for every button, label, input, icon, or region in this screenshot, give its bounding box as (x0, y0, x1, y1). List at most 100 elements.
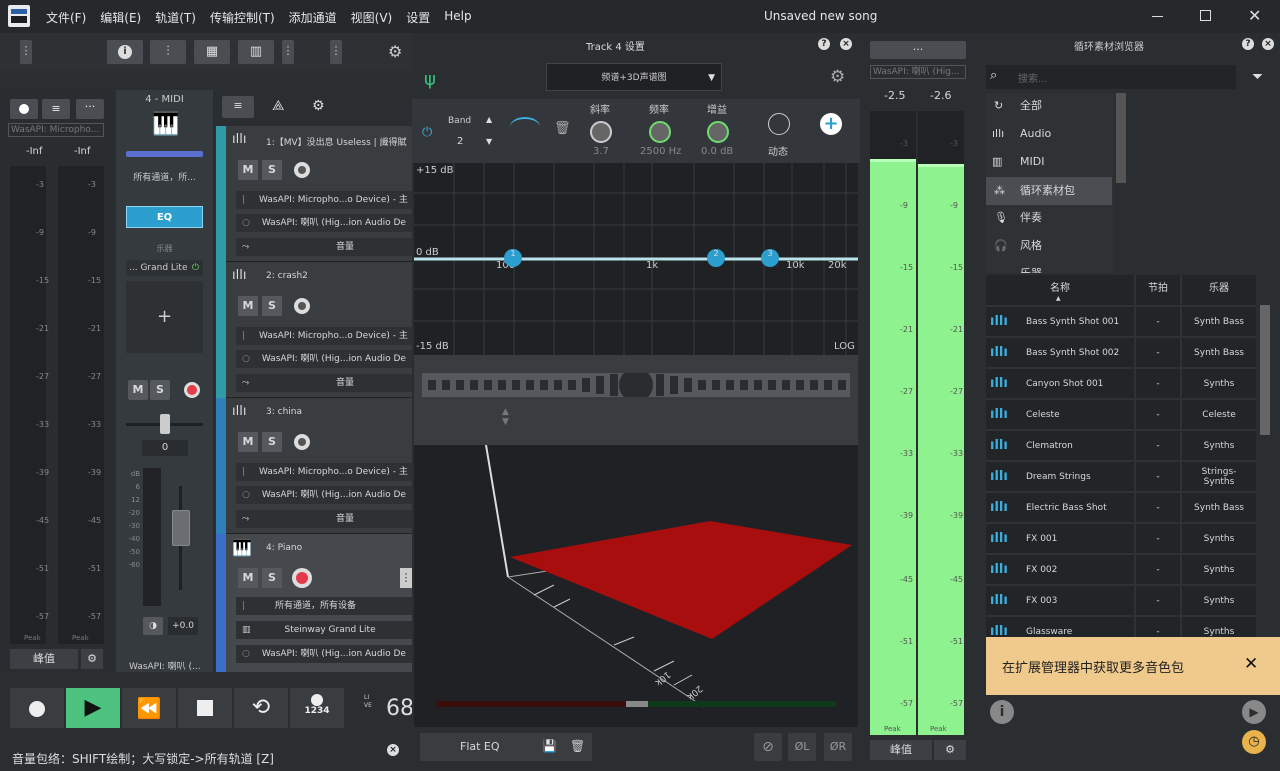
record-arm-button[interactable] (294, 298, 310, 314)
track-4[interactable]: 🎹 4: Piano M S ⋮ | 所有通道，所有设备 ▥ Steinway Gr… (216, 534, 412, 672)
category-audio[interactable]: ıllı Audio (986, 121, 1112, 147)
menu-edit[interactable]: 编辑(E) (100, 9, 141, 26)
col-instrument-header[interactable]: 乐器 (1182, 275, 1256, 305)
track-list-button[interactable]: ≡ (222, 96, 254, 118)
stereo-toggle-button[interactable]: ◑ (143, 617, 163, 635)
display-mode-select[interactable]: 频谱+3D声谱图 ▼ (546, 63, 722, 91)
gear-icon[interactable]: ⚙ (312, 98, 325, 114)
track-name[interactable]: 2: crash2 (266, 271, 308, 281)
table-row[interactable]: ıllı Dream Strings - Strings- Synths (986, 462, 1256, 491)
strip-more-button[interactable]: ··· (76, 99, 104, 119)
master-device-field[interactable]: WasAPI: 喇叭 (Hig... (870, 65, 966, 79)
mute-button[interactable]: M (238, 568, 258, 588)
close-icon[interactable]: × (840, 38, 852, 50)
pan-slider-knob[interactable] (160, 414, 170, 434)
bypass-button[interactable]: ⊘ (754, 733, 782, 761)
track-name[interactable]: 4: Piano (266, 543, 302, 553)
stop-button[interactable] (178, 688, 232, 728)
instrument-slot[interactable]: ... Grand Lite ⏻ (126, 260, 203, 276)
help-icon[interactable]: ? (818, 38, 830, 50)
play-button[interactable]: ▶ (66, 688, 120, 728)
input-routing[interactable]: | WasAPI: Micropho...o Device) - 主 (236, 191, 412, 209)
solo-button[interactable]: S (262, 432, 282, 452)
eq-node-2[interactable]: 2 (707, 249, 725, 267)
volume-fader-knob[interactable] (172, 510, 190, 546)
menu-file[interactable]: 文件(F) (46, 9, 86, 26)
category-backing[interactable]: 🎙 伴奏 (986, 205, 1112, 231)
track-name[interactable]: 3: china (266, 407, 302, 417)
table-row[interactable]: ıllı FX 001 - Synths (986, 524, 1256, 553)
track-3[interactable]: ıllı 3: china M S | WasAPI: Micropho...o … (216, 398, 412, 534)
close-window-button[interactable]: ✕ (1248, 6, 1261, 25)
zoom-scrollbar[interactable] (422, 373, 850, 397)
band-up-button[interactable]: ▲ (486, 115, 492, 124)
more-menu-button-2[interactable]: ⋮ (282, 40, 294, 64)
col-name-header[interactable]: 名称 ▲ (986, 275, 1134, 305)
eq-button[interactable]: EQ (126, 206, 203, 228)
table-row[interactable]: ıllı Electric Bass Shot - Synth Bass (986, 493, 1256, 522)
power-icon[interactable]: ⏻ (192, 260, 199, 276)
automation-row[interactable]: ⤳ 音量 (236, 374, 412, 392)
gear-icon[interactable]: ⚙ (388, 42, 402, 61)
loop-button[interactable]: ⟲ (234, 688, 288, 728)
band-power-icon[interactable]: ⏻ (422, 125, 432, 140)
more-menu-button-3[interactable]: ⋮ (330, 40, 342, 64)
col-beats-header[interactable]: 节拍 (1136, 275, 1180, 305)
track-menu-button[interactable]: ⋮ (400, 568, 412, 588)
menu-track[interactable]: 轨道(T) (155, 9, 196, 26)
input-device-field[interactable]: WasAPI: Micropho... (8, 123, 104, 137)
mixer-button[interactable]: ⫶ (150, 40, 186, 64)
input-routing[interactable]: | WasAPI: Micropho...o Device) - 主 (236, 463, 412, 481)
track-name[interactable]: 1:【MV】没出息 Useless | 識得賦 (266, 135, 407, 148)
close-icon[interactable]: × (387, 744, 399, 756)
loop-table-scrollbar[interactable] (1260, 305, 1270, 435)
output-routing[interactable]: ○ WasAPI: 喇叭 (Hig...ion Audio De (236, 486, 412, 504)
eq-node-3[interactable]: 3 (761, 249, 779, 267)
master-settings-button[interactable]: ⚙ (934, 740, 966, 760)
output-routing[interactable]: ○ WasAPI: 喇叭 (Hig...ion Audio De (236, 214, 412, 232)
close-icon[interactable]: × (1262, 38, 1274, 50)
input-routing[interactable]: | WasAPI: Micropho...o Device) - 主 (236, 327, 412, 345)
search-input[interactable]: 搜索... (1018, 70, 1048, 85)
record-toggle-button[interactable] (10, 99, 38, 119)
help-icon[interactable]: ? (1242, 38, 1254, 50)
record-arm-button[interactable] (294, 434, 310, 450)
mute-button[interactable]: M (238, 432, 258, 452)
trash-icon[interactable]: 🗑 (570, 739, 585, 753)
eq-graph[interactable]: +15 dB 0 dB -15 dB LOG 100 1k 10k 20k 1 … (414, 163, 858, 355)
count-in-button[interactable]: 1234 (290, 688, 344, 728)
save-icon[interactable]: 💾 (542, 739, 557, 753)
more-menu-button[interactable]: ⋮ (20, 40, 32, 64)
output-routing[interactable]: ○ WasAPI: 喇叭 (Hig...ion Audio De (236, 350, 412, 368)
category-midi[interactable]: ▥ MIDI (986, 149, 1112, 175)
table-row[interactable]: ıllı Glassware - Synths (986, 617, 1256, 637)
record-arm-button[interactable] (292, 568, 312, 588)
log-label[interactable]: LOG (834, 341, 855, 352)
peak-mode-button[interactable]: 峰值 (10, 649, 78, 669)
table-row[interactable]: ıllı Celeste - Celeste (986, 400, 1256, 429)
record-arm-button[interactable] (294, 162, 310, 178)
filter-icon[interactable]: ⏷ (1252, 69, 1263, 85)
meter-settings-button[interactable]: ⚙ (81, 649, 103, 669)
table-row[interactable]: ıllı Bass Synth Shot 001 - Synth Bass (986, 307, 1256, 336)
phase-left-button[interactable]: ØL (788, 733, 816, 761)
mute-button[interactable]: M (238, 296, 258, 316)
menu-settings[interactable]: 设置 (406, 9, 430, 26)
piano-button[interactable]: ▥ (238, 40, 274, 64)
master-peak-mode-button[interactable]: 峰值 (870, 740, 932, 760)
slope-knob[interactable] (590, 121, 612, 143)
table-row[interactable]: ıllı FX 002 - Synths (986, 555, 1256, 584)
automation-row[interactable]: ⤳ 音量 (236, 510, 412, 528)
band-number[interactable]: 2 (457, 136, 463, 147)
tempo-sync-button[interactable]: ◷ (1242, 730, 1266, 754)
volume-value[interactable]: 0 (142, 440, 188, 456)
solo-button[interactable]: S (262, 568, 282, 588)
category-styles[interactable]: 🎧 风格 (986, 233, 1112, 259)
input-routing-label[interactable]: 所有通道，所... (116, 170, 213, 183)
instrument-routing[interactable]: ▥ Steinway Grand Lite (236, 621, 412, 639)
category-loop-packs[interactable]: ⁂ 循环素材包 (986, 177, 1112, 205)
minimize-button[interactable] (1152, 16, 1163, 17)
track-1[interactable]: ıllı 1:【MV】没出息 Useless | 識得賦 M S | WasAPI… (216, 126, 412, 262)
mute-button[interactable]: M (128, 380, 148, 400)
routing-icon[interactable]: ⟁ (272, 98, 285, 114)
